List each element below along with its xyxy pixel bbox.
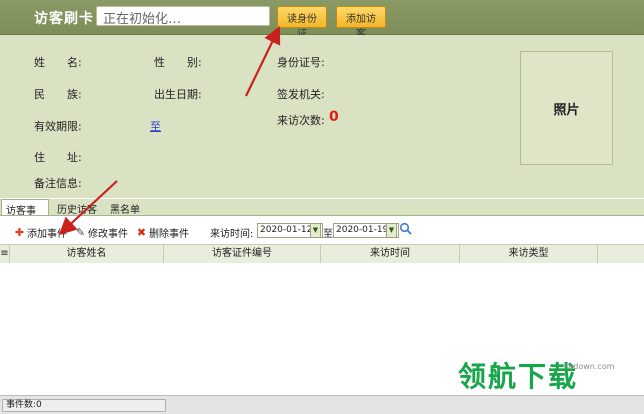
- watermark-url: lhdown.com: [566, 362, 615, 371]
- annotation-arrows: [58, 26, 281, 235]
- arrow-to-read-id: [245, 26, 281, 97]
- arrow-to-add-event: [58, 180, 118, 235]
- watermark-logo: 领航下载: [458, 360, 579, 393]
